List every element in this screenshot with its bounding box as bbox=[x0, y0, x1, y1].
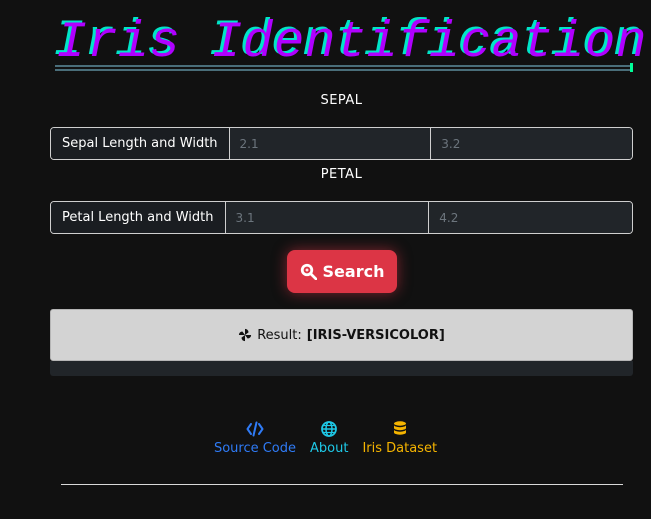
footer-links: Source Code About Iris Dataset bbox=[0, 420, 651, 456]
sepal-group-label: Sepal Length and Width bbox=[51, 128, 230, 159]
iris-dataset-label: Iris Dataset bbox=[362, 441, 438, 456]
iris-dataset-link[interactable]: Iris Dataset bbox=[362, 420, 437, 456]
about-label: About bbox=[310, 441, 349, 456]
code-icon bbox=[246, 421, 264, 437]
petal-width-input[interactable] bbox=[428, 202, 632, 233]
sepal-length-input[interactable] bbox=[229, 128, 431, 159]
title-accent bbox=[630, 63, 633, 72]
page: Iris Identification SEPAL Sepal Length a… bbox=[0, 0, 651, 519]
sepal-width-input[interactable] bbox=[430, 128, 632, 159]
pinwheel-icon bbox=[239, 328, 252, 342]
search-button[interactable]: Search bbox=[287, 250, 397, 293]
petal-group-label: Petal Length and Width bbox=[51, 202, 226, 233]
result-box: Result: [IRIS-VERSICOLOR] bbox=[50, 309, 633, 361]
search-button-label: Search bbox=[322, 262, 385, 281]
result-value: [IRIS-VERSICOLOR] bbox=[306, 327, 445, 343]
source-code-label: Source Code bbox=[213, 441, 296, 456]
petal-input-group: Petal Length and Width bbox=[50, 201, 633, 234]
title-underline bbox=[55, 65, 631, 71]
globe-icon bbox=[321, 421, 338, 437]
petal-section-label: PETAL bbox=[320, 167, 363, 182]
sepal-section-label: SEPAL bbox=[320, 93, 363, 108]
sepal-input-group: Sepal Length and Width bbox=[50, 127, 633, 160]
footer-divider bbox=[61, 484, 623, 485]
database-icon bbox=[393, 421, 406, 435]
result-prefix: Result: bbox=[257, 327, 302, 343]
search-magnifier-icon bbox=[300, 263, 317, 280]
result-footer-strip bbox=[50, 361, 633, 376]
source-code-link[interactable]: Source Code bbox=[214, 420, 296, 456]
about-link[interactable]: About bbox=[310, 420, 348, 456]
petal-length-input[interactable] bbox=[225, 202, 429, 233]
